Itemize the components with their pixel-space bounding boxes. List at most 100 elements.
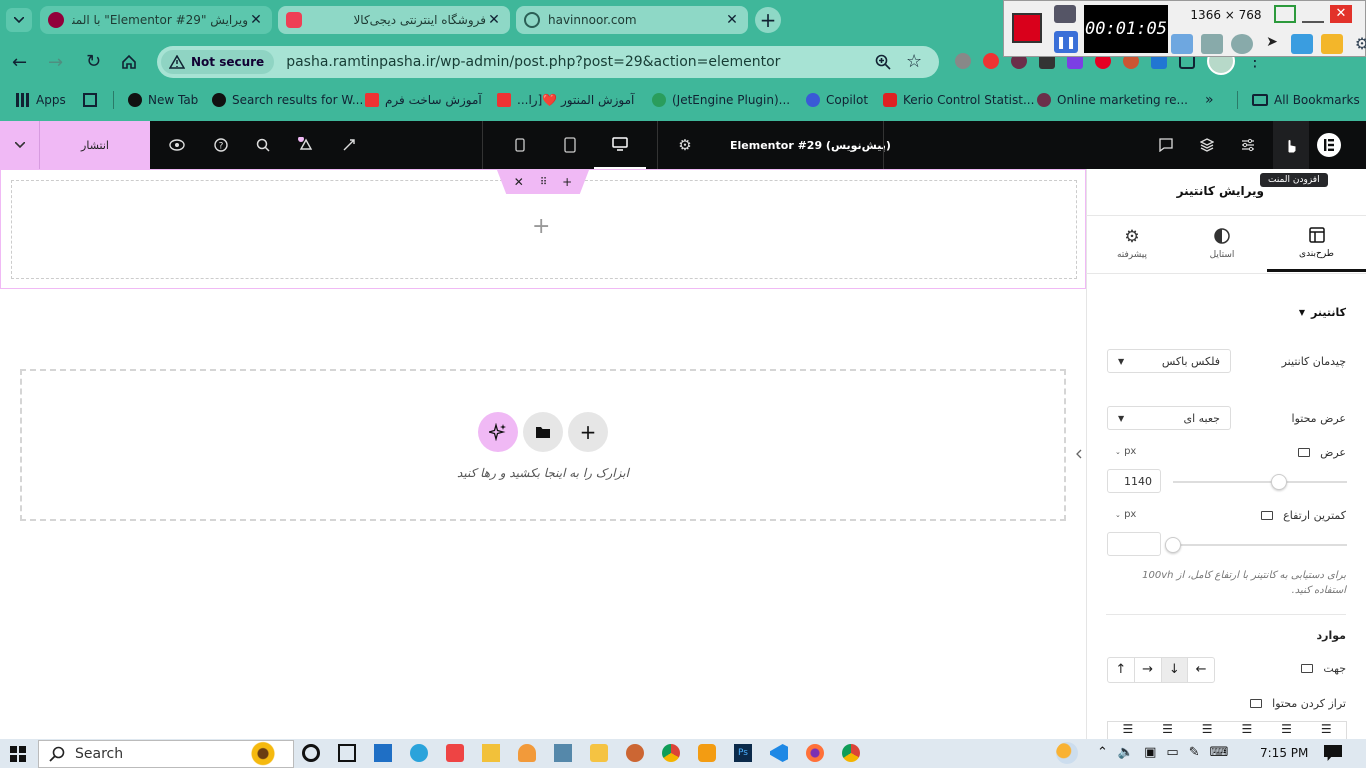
reload-icon[interactable]: ↻ [86, 51, 101, 72]
close-icon[interactable]: ✕ [724, 12, 740, 28]
container-add-icon[interactable]: + [532, 214, 550, 239]
minimize-icon[interactable] [1302, 5, 1324, 23]
min-height-unit-select[interactable]: ⌄ px [1115, 509, 1136, 520]
bookmark-item[interactable]: Search results for W... [212, 90, 363, 110]
browser-tab[interactable]: havinnoor.com ✕ [516, 6, 748, 34]
browser-tab-active[interactable]: ویرایش "Elementor #29" با المنتور ✕ [40, 6, 272, 34]
delete-icon[interactable]: ✕ [514, 175, 524, 189]
bookmark-item[interactable]: آموزش ساخت فرم [365, 90, 482, 110]
notification-icon[interactable] [1324, 745, 1342, 761]
url-text[interactable]: pasha.ramtinpasha.ir/wp-admin/post.php?p… [286, 54, 780, 70]
firefox-icon[interactable] [806, 744, 824, 762]
drop-zone[interactable]: + ابزارک را به اینجا بکشید و رها کنید [20, 369, 1066, 521]
publish-button[interactable]: انتشار [40, 121, 150, 169]
pause-button[interactable]: ❚❚ [1054, 31, 1078, 53]
taskbar-search[interactable]: Search [38, 740, 294, 769]
site-settings-icon[interactable] [334, 121, 364, 169]
chrome-icon[interactable] [662, 744, 680, 762]
width-unit-select[interactable]: ⌄ px [1115, 446, 1136, 457]
bookmark-item[interactable]: New Tab [128, 90, 198, 110]
weather-icon[interactable] [1056, 742, 1078, 764]
mobile-view-icon[interactable] [505, 121, 535, 169]
chevron-up-icon[interactable]: ⌃ [1097, 745, 1108, 760]
pen-icon[interactable]: ✎ [1189, 745, 1200, 760]
global-settings-icon[interactable] [1233, 121, 1263, 169]
app-icon[interactable] [446, 744, 464, 762]
preview-icon[interactable] [162, 121, 192, 169]
new-tab-button[interactable]: + [755, 7, 781, 33]
width-input[interactable] [1107, 469, 1161, 493]
more-bookmarks-icon[interactable]: » [1205, 90, 1214, 110]
battery-icon[interactable]: ▭ [1166, 745, 1178, 760]
close-icon[interactable]: ✕ [486, 12, 502, 28]
bookmark-item[interactable]: Online marketing re... [1037, 90, 1188, 110]
desktop-view-icon[interactable] [594, 121, 646, 169]
pen-icon[interactable] [1291, 34, 1313, 54]
bookmark-item[interactable]: Copilot [806, 90, 868, 110]
volume-icon[interactable]: 🔈 [1118, 745, 1134, 760]
arrow-right-icon[interactable]: → [1135, 658, 1162, 682]
ai-button[interactable] [478, 412, 518, 452]
comments-icon[interactable] [1151, 121, 1181, 169]
search-icon[interactable] [248, 121, 278, 169]
app-icon[interactable] [554, 744, 572, 762]
webcam-icon[interactable] [1231, 34, 1253, 54]
tab-style[interactable]: استایل [1177, 216, 1267, 272]
extension-icon[interactable] [983, 53, 999, 69]
cloud-icon[interactable] [518, 744, 536, 762]
tab-list-button[interactable] [6, 8, 32, 32]
add-element-button[interactable] [1273, 121, 1309, 169]
slider-thumb[interactable] [1165, 537, 1181, 553]
arrow-left-icon[interactable]: ← [1188, 658, 1214, 682]
gear-icon[interactable]: ⚙ [1351, 34, 1366, 54]
document-title-area[interactable]: Elementor #29 (پیش‌نویس) [712, 121, 891, 169]
container-layout-select[interactable]: فلکس باکس ▼ [1107, 349, 1231, 373]
app-icon[interactable] [698, 744, 716, 762]
desktop-icon[interactable] [1261, 511, 1274, 520]
template-library-button[interactable] [523, 412, 563, 452]
tablet-view-icon[interactable] [555, 121, 585, 169]
folder-icon[interactable] [1321, 34, 1343, 54]
width-slider[interactable] [1173, 474, 1347, 490]
arrow-down-icon[interactable]: ↓ [1161, 658, 1189, 682]
windows-start-icon[interactable] [10, 746, 26, 762]
maximize-icon[interactable] [1274, 5, 1296, 23]
chrome-icon[interactable] [842, 744, 860, 762]
vscode-icon[interactable] [770, 744, 788, 762]
bookmark-item[interactable]: آموزش المنتور ❤️[را... [497, 90, 634, 110]
page-settings-icon[interactable]: ⚙ [670, 121, 700, 169]
home-icon[interactable] [121, 54, 137, 70]
notifications-icon[interactable] [291, 121, 321, 169]
task-view-icon[interactable] [338, 744, 356, 762]
all-bookmarks[interactable]: All Bookmarks [1252, 90, 1360, 110]
cortana-icon[interactable] [302, 744, 320, 762]
tab-layout[interactable]: طرح‌بندی [1267, 216, 1366, 272]
telegram-icon[interactable] [410, 744, 428, 762]
cursor-icon[interactable]: ➤ [1261, 34, 1283, 54]
bookmark-item[interactable]: (JetEngine Plugin)... [652, 90, 790, 110]
store-icon[interactable] [374, 744, 392, 762]
elementor-logo[interactable] [1315, 121, 1343, 169]
keyboard-icon[interactable]: ⌨ [1210, 745, 1229, 760]
drag-handle-icon[interactable]: ⠿ [540, 177, 547, 188]
clock[interactable]: 7:15 PM [1260, 746, 1308, 760]
help-icon[interactable]: ? [206, 121, 236, 169]
section-header[interactable]: کانتینر ▼ [1299, 306, 1346, 319]
back-icon[interactable]: ← [12, 52, 27, 73]
speaker-icon[interactable] [1171, 34, 1193, 54]
app-icon[interactable] [590, 744, 608, 762]
photoshop-icon[interactable]: Ps [734, 744, 752, 762]
file-explorer-icon[interactable] [482, 744, 500, 762]
close-icon[interactable]: ✕ [1330, 5, 1352, 23]
slider-thumb[interactable] [1271, 474, 1288, 490]
camera-icon[interactable] [1054, 5, 1076, 23]
layers-icon[interactable] [1192, 121, 1222, 169]
extension-icon[interactable] [955, 53, 971, 69]
desktop-icon[interactable] [1250, 699, 1263, 708]
tab-advanced[interactable]: ⚙ پیشرفته [1087, 216, 1177, 272]
add-container-icon[interactable]: + [562, 175, 572, 189]
selected-container[interactable]: + ✕ ⠿ + [0, 169, 1086, 289]
microphone-icon[interactable] [1201, 34, 1223, 54]
content-width-select[interactable]: جعبه ای ▼ [1107, 406, 1231, 430]
zoom-icon[interactable] [875, 54, 891, 70]
